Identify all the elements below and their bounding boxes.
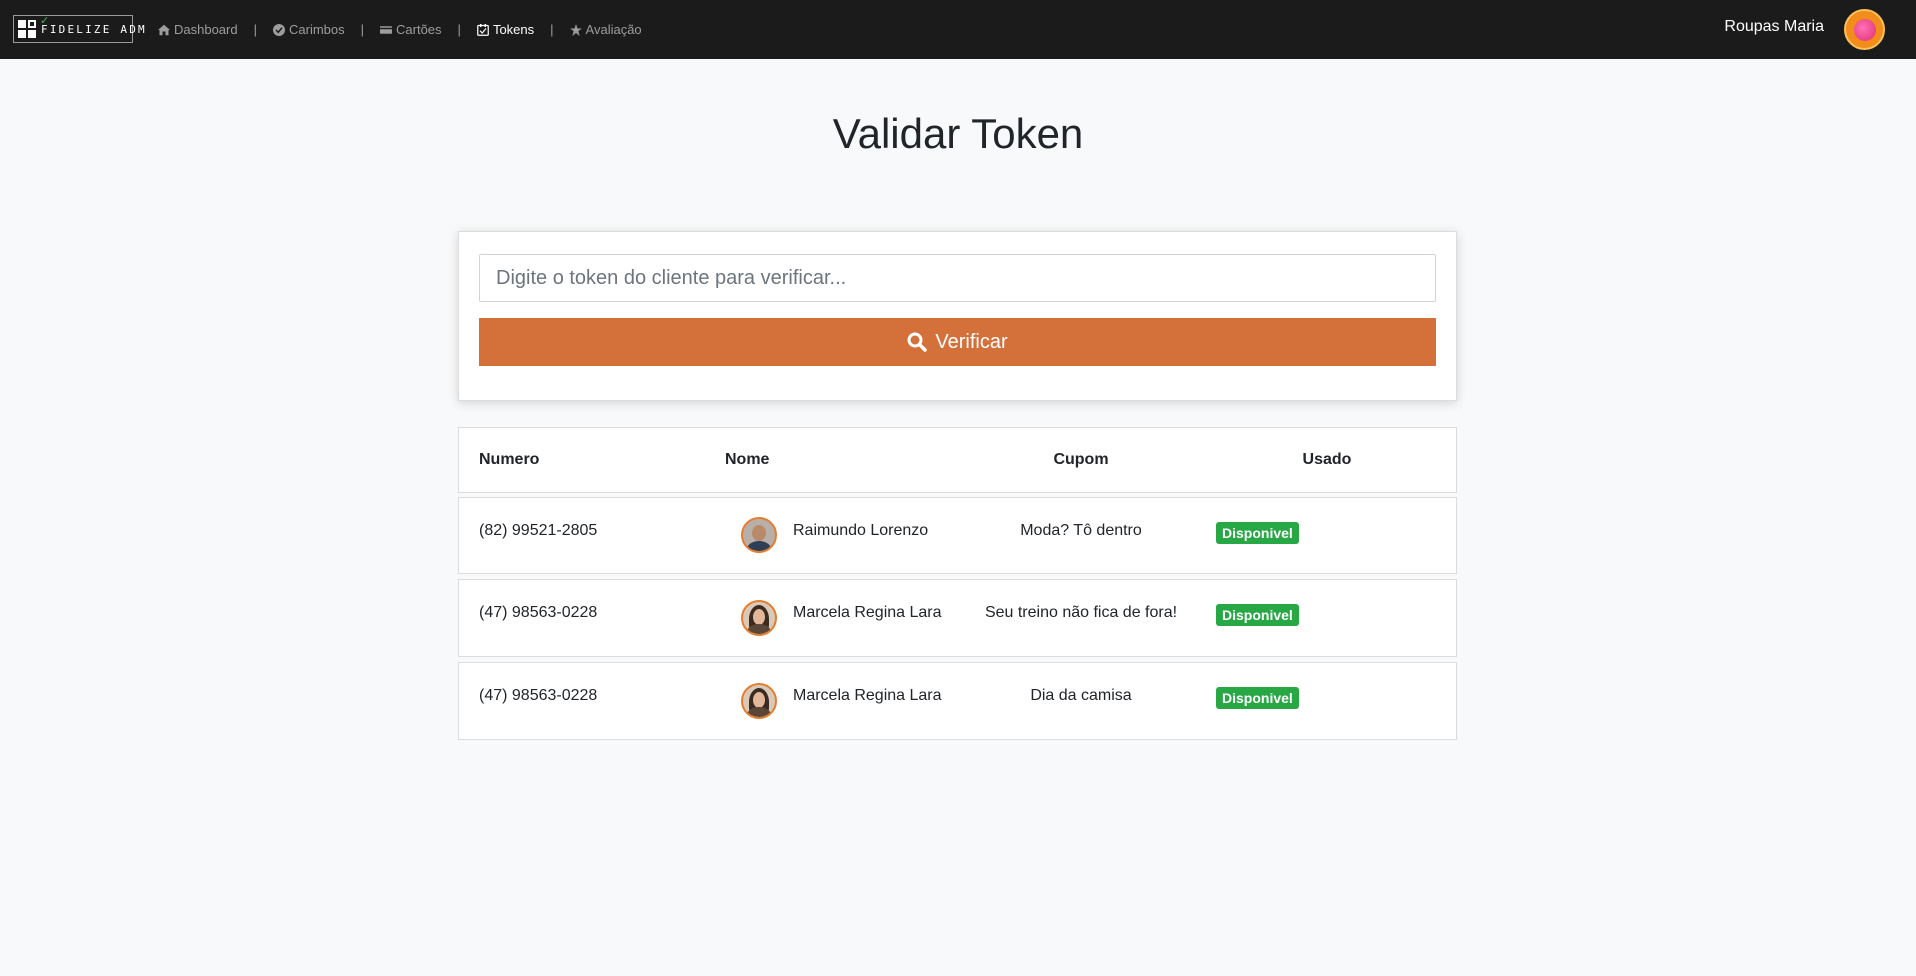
avatar bbox=[741, 600, 777, 636]
token-input[interactable] bbox=[479, 254, 1436, 302]
nav-menu: Dashboard | Carimbos | Cartões | Tokens … bbox=[158, 0, 642, 59]
cell-cupom: Seu treino não fica de fora! bbox=[984, 604, 1178, 621]
user-avatar[interactable] bbox=[1844, 9, 1885, 50]
nav-item-cartoes[interactable]: Cartões bbox=[380, 22, 442, 37]
avatar bbox=[741, 683, 777, 719]
status-badge: Disponivel bbox=[1216, 522, 1299, 544]
avatar bbox=[741, 517, 777, 553]
nav-item-avaliacao[interactable]: Avaliação bbox=[569, 22, 642, 37]
token-search-card: Verificar bbox=[458, 231, 1457, 401]
nav-separator: | bbox=[253, 22, 257, 37]
card-icon bbox=[380, 25, 393, 34]
nav-item-dashboard[interactable]: Dashboard bbox=[158, 22, 238, 37]
cell-nome: Marcela Regina Lara bbox=[793, 604, 942, 621]
table-row[interactable]: (47) 98563-0228 Marcela Regina Lara Seu … bbox=[458, 579, 1457, 657]
calendar-check-icon bbox=[477, 23, 489, 36]
header-nome: Nome bbox=[725, 451, 770, 468]
cell-nome: Raimundo Lorenzo bbox=[793, 522, 929, 539]
nav-item-carimbos[interactable]: Carimbos bbox=[273, 22, 345, 37]
cell-numero: (47) 98563-0228 bbox=[479, 687, 598, 704]
header-usado: Usado bbox=[1302, 451, 1352, 468]
cell-numero: (82) 99521-2805 bbox=[479, 522, 598, 539]
cell-numero: (47) 98563-0228 bbox=[479, 604, 598, 621]
verify-button-label: Verificar bbox=[935, 330, 1008, 353]
nav-item-label: Dashboard bbox=[174, 22, 238, 37]
star-icon bbox=[569, 23, 582, 36]
nav-item-label: Cartões bbox=[396, 22, 442, 37]
logo-grid-icon: ✓ bbox=[18, 15, 49, 39]
home-icon bbox=[158, 24, 170, 35]
user-name[interactable]: Roupas Maria bbox=[1724, 18, 1824, 36]
check-circle-icon bbox=[273, 23, 285, 36]
search-icon bbox=[907, 332, 928, 352]
verify-button[interactable]: Verificar bbox=[479, 318, 1436, 366]
nav-separator: | bbox=[457, 22, 461, 37]
nav-item-label: Avaliação bbox=[585, 22, 642, 37]
nav-item-label: Tokens bbox=[492, 22, 535, 37]
top-navbar: ✓ FIDELIZE ADM Dashboard | Carimbos | Ca… bbox=[0, 0, 1916, 59]
status-badge: Disponivel bbox=[1216, 604, 1299, 626]
brand-logo[interactable]: ✓ FIDELIZE ADM bbox=[13, 15, 145, 43]
status-badge: Disponivel bbox=[1216, 687, 1299, 709]
cell-cupom: Dia da camisa bbox=[1030, 687, 1132, 704]
cell-nome: Marcela Regina Lara bbox=[793, 687, 942, 704]
nav-separator: | bbox=[360, 22, 365, 37]
table-row[interactable]: (82) 99521-2805 Raimundo Lorenzo Moda? T… bbox=[458, 497, 1457, 574]
cell-cupom: Moda? Tô dentro bbox=[1020, 522, 1142, 539]
header-numero: Numero bbox=[479, 451, 540, 468]
header-cupom: Cupom bbox=[1053, 451, 1109, 468]
table-row[interactable]: (47) 98563-0228 Marcela Regina Lara Dia … bbox=[458, 662, 1457, 740]
table-header: Numero Nome Cupom Usado bbox=[458, 427, 1457, 493]
nav-item-tokens[interactable]: Tokens bbox=[477, 22, 534, 37]
page-title: Validar Token bbox=[832, 110, 1084, 157]
brand-text: FIDELIZE ADM bbox=[41, 22, 147, 36]
nav-item-label: Carimbos bbox=[289, 22, 345, 37]
store-logo-icon bbox=[1853, 18, 1876, 41]
nav-separator: | bbox=[550, 22, 554, 37]
